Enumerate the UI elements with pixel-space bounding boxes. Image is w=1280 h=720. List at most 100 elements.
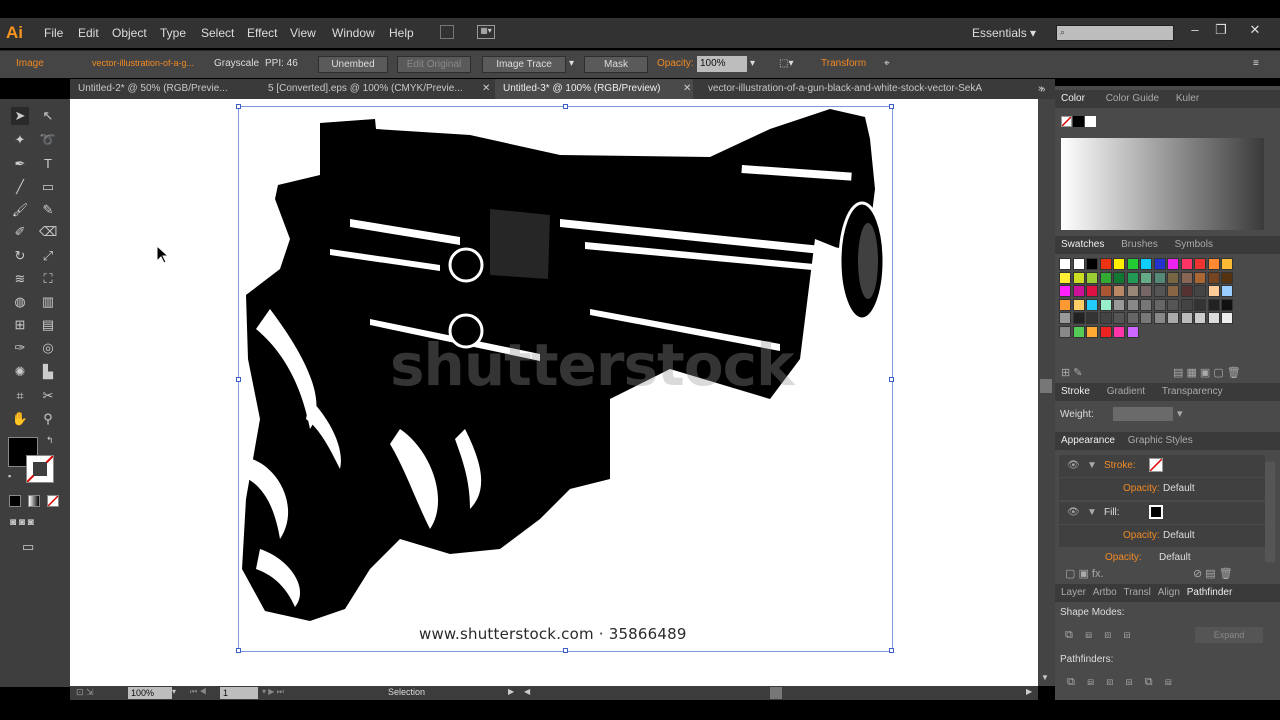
menu-edit[interactable]: Edit: [78, 26, 99, 40]
color-swatch[interactable]: [1086, 258, 1098, 270]
blend-icon[interactable]: ◎: [39, 339, 57, 357]
graph-icon[interactable]: ▙: [39, 363, 57, 381]
color-swatch[interactable]: [1086, 285, 1098, 297]
color-swatch[interactable]: [1099, 298, 1112, 311]
opacity-label[interactable]: Opacity:: [1105, 552, 1142, 562]
color-swatch[interactable]: [1113, 285, 1125, 297]
color-swatch[interactable]: [1113, 258, 1125, 270]
tab-artboards[interactable]: Artbo: [1093, 587, 1117, 598]
color-swatch[interactable]: [1126, 298, 1139, 311]
color-swatch[interactable]: [1140, 312, 1152, 324]
menu-view[interactable]: View: [290, 26, 316, 40]
color-swatch[interactable]: [1099, 271, 1112, 284]
tab-symbols[interactable]: Symbols: [1175, 239, 1213, 250]
hscroll-left-icon[interactable]: ◀: [524, 687, 530, 696]
color-swatch[interactable]: [1126, 312, 1139, 324]
stroke-label[interactable]: Stroke:: [1104, 460, 1136, 471]
lasso-icon[interactable]: ➰: [39, 131, 57, 149]
menu-file[interactable]: File: [44, 26, 63, 40]
pen-icon[interactable]: ✒: [11, 155, 29, 173]
scale-icon[interactable]: ⤢: [39, 247, 57, 265]
unembed-button[interactable]: Unembed: [318, 56, 388, 73]
color-swatch[interactable]: [1167, 258, 1179, 270]
color-swatch[interactable]: [1207, 312, 1220, 324]
mesh-icon[interactable]: ⊞: [11, 316, 29, 334]
tab-color-guide[interactable]: Color Guide: [1106, 93, 1159, 104]
panel-collapse-icon[interactable]: »: [1040, 84, 1046, 95]
color-swatch[interactable]: [1207, 298, 1220, 311]
expand-button[interactable]: Expand: [1195, 627, 1263, 643]
shape-builder-icon[interactable]: ◍: [11, 293, 29, 311]
scroll-down-icon[interactable]: ▼: [1041, 673, 1049, 682]
tab-align[interactable]: Align: [1158, 587, 1180, 598]
swatch-grid[interactable]: [1059, 258, 1269, 350]
tab-brushes[interactable]: Brushes: [1121, 239, 1158, 250]
resize-handle-s[interactable]: [563, 648, 568, 653]
tab-pathfinder[interactable]: Pathfinder: [1187, 587, 1233, 598]
zoom-input[interactable]: 100%: [128, 687, 172, 699]
color-swatch[interactable]: [1153, 285, 1166, 297]
opacity-dropdown-icon[interactable]: ▾: [750, 58, 755, 69]
symbol-sprayer-icon[interactable]: ✺: [11, 363, 29, 381]
weight-dropdown-icon[interactable]: ▾: [1177, 407, 1183, 420]
color-swatch[interactable]: [1059, 258, 1071, 270]
color-swatch[interactable]: [1207, 271, 1220, 284]
tab-vector-illustration[interactable]: vector-illustration-of-a-gun-black-and-w…: [700, 79, 1040, 99]
gradient-icon[interactable]: ▤: [39, 316, 57, 334]
color-swatch[interactable]: [1153, 312, 1166, 324]
color-swatch[interactable]: [1113, 271, 1125, 284]
hand-icon[interactable]: ✋: [11, 410, 29, 428]
color-swatch[interactable]: [1113, 298, 1125, 311]
draw-mode-icon[interactable]: ◙ ◙ ◙: [10, 517, 34, 528]
resize-handle-n[interactable]: [563, 104, 568, 109]
color-swatch[interactable]: [1140, 298, 1152, 311]
color-swatch[interactable]: [1180, 258, 1193, 270]
color-swatch[interactable]: [1180, 298, 1193, 311]
menu-type[interactable]: Type: [160, 26, 186, 40]
line-icon[interactable]: ╱: [11, 178, 29, 196]
stroke-none-icon[interactable]: [1149, 458, 1163, 472]
color-swatch[interactable]: [1194, 298, 1206, 311]
eyedropper-icon[interactable]: ✑: [11, 339, 29, 357]
canvas-area[interactable]: shutterstock www.shutterstock.com · 3586…: [70, 99, 1038, 686]
color-swatch[interactable]: [1099, 285, 1112, 297]
stroke-swatch[interactable]: [26, 455, 54, 483]
next-artboard-icon[interactable]: ▾ ▶ ⏭: [262, 687, 284, 697]
color-swatch[interactable]: [1072, 298, 1085, 311]
minimize-icon[interactable]: –: [1184, 22, 1206, 37]
slice-icon[interactable]: ✂: [39, 387, 57, 405]
color-swatch[interactable]: [1099, 312, 1112, 324]
color-swatch[interactable]: [1153, 298, 1166, 311]
tab-swatches[interactable]: Swatches: [1061, 239, 1104, 250]
warp-icon[interactable]: ≋: [11, 270, 29, 288]
fill-swatch-icon[interactable]: [1149, 505, 1163, 519]
appearance-bottom-icons[interactable]: ▢ ▣ fx.: [1065, 567, 1104, 580]
tab-graphic-styles[interactable]: Graphic Styles: [1128, 435, 1193, 446]
none-swatch[interactable]: [1061, 116, 1072, 127]
screen-mode-icon[interactable]: ▭: [22, 539, 34, 555]
appearance-stroke-opacity-row[interactable]: Opacity: Default: [1059, 478, 1265, 500]
color-swatch[interactable]: [1180, 285, 1193, 297]
color-swatch[interactable]: [1167, 312, 1179, 324]
color-swatch[interactable]: [1113, 325, 1125, 338]
help-search-input[interactable]: ⌕: [1056, 25, 1174, 41]
resize-handle-nw[interactable]: [236, 104, 241, 109]
color-swatch[interactable]: [1059, 298, 1071, 311]
color-swatch[interactable]: [1072, 258, 1085, 270]
hscroll-right-icon[interactable]: ▶: [1026, 687, 1032, 696]
free-transform-icon[interactable]: ⛶: [39, 270, 57, 288]
transform-link[interactable]: Transform: [821, 58, 866, 69]
menu-help[interactable]: Help: [389, 26, 414, 40]
shape-mode-icons[interactable]: ⧉ ⧈ ⧇ ⧆: [1065, 629, 1131, 642]
menu-window[interactable]: Window: [332, 26, 375, 40]
image-trace-dropdown-icon[interactable]: ▾: [569, 58, 574, 69]
menu-select[interactable]: Select: [201, 26, 234, 40]
color-swatch[interactable]: [1072, 271, 1085, 284]
opacity-input[interactable]: 100%: [697, 56, 747, 72]
default-colors-icon[interactable]: ▪: [8, 471, 11, 481]
perspective-icon[interactable]: ▥: [39, 293, 57, 311]
bridge-icon[interactable]: [440, 25, 454, 39]
color-swatch[interactable]: [1153, 271, 1166, 284]
direct-selection-tool-icon[interactable]: ↖: [39, 107, 57, 125]
appearance-scrollbar[interactable]: [1265, 462, 1275, 562]
